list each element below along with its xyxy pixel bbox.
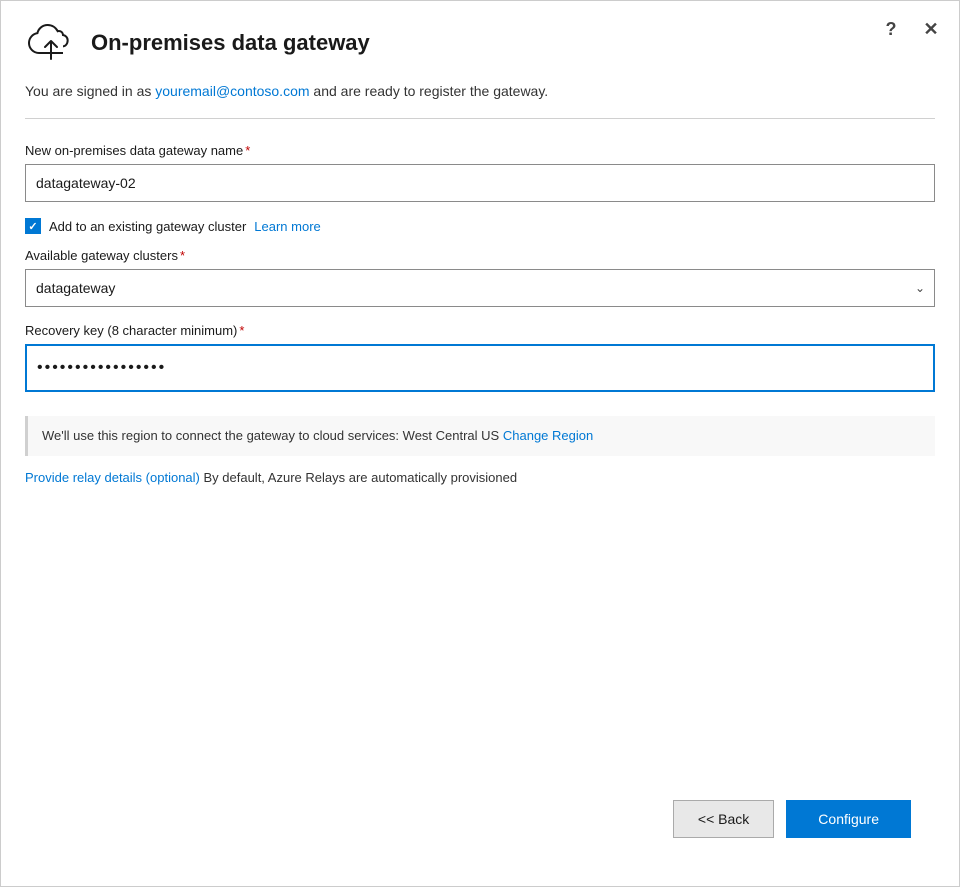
back-button[interactable]: << Back [673, 800, 774, 838]
gateway-name-label: New on-premises data gateway name * [25, 143, 935, 158]
help-button[interactable]: ? [879, 17, 903, 41]
recovery-key-input[interactable] [25, 344, 935, 392]
dialog-controls: ? ✕ [879, 17, 943, 41]
gateway-name-field-group: New on-premises data gateway name * [25, 143, 935, 202]
signed-in-text-after: and are ready to register the gateway. [310, 83, 549, 99]
relay-details-link[interactable]: Provide relay details (optional) [25, 470, 200, 485]
dialog-title: On-premises data gateway [91, 30, 370, 56]
checkbox-row: Add to an existing gateway cluster Learn… [25, 218, 935, 234]
signed-in-email: youremail@contoso.com [155, 83, 309, 99]
divider [25, 118, 935, 119]
dialog-header: On-premises data gateway ? ✕ [1, 1, 959, 81]
region-info-text: We'll use this region to connect the gat… [42, 426, 921, 446]
add-to-cluster-checkbox[interactable] [25, 218, 41, 234]
clusters-select[interactable]: datagateway [25, 269, 935, 307]
recovery-key-label: Recovery key (8 character minimum) * [25, 323, 935, 338]
cloud-upload-icon [25, 21, 77, 65]
signed-in-text: You are signed in as youremail@contoso.c… [25, 81, 935, 102]
clusters-required: * [180, 248, 185, 263]
info-box: We'll use this region to connect the gat… [25, 416, 935, 456]
dialog-footer: << Back Configure [25, 784, 935, 862]
relay-text: Provide relay details (optional) By defa… [25, 468, 935, 488]
gateway-name-required: * [245, 143, 250, 158]
clusters-select-wrapper: datagateway ⌄ [25, 269, 935, 307]
dialog-title-area: On-premises data gateway [25, 21, 935, 65]
learn-more-link[interactable]: Learn more [254, 219, 320, 234]
spacer [25, 487, 935, 784]
form-section: New on-premises data gateway name * Add … [25, 143, 935, 487]
clusters-field-group: Available gateway clusters * datagateway… [25, 248, 935, 307]
signed-in-text-before: You are signed in as [25, 83, 155, 99]
gateway-name-input[interactable] [25, 164, 935, 202]
recovery-key-required: * [239, 323, 244, 338]
configure-button[interactable]: Configure [786, 800, 911, 838]
recovery-key-field-group: Recovery key (8 character minimum) * [25, 323, 935, 392]
dialog: On-premises data gateway ? ✕ You are sig… [0, 0, 960, 887]
dialog-body: You are signed in as youremail@contoso.c… [1, 81, 959, 886]
change-region-link[interactable]: Change Region [503, 428, 593, 443]
checkbox-label: Add to an existing gateway cluster [49, 219, 246, 234]
close-button[interactable]: ✕ [919, 17, 943, 41]
clusters-label: Available gateway clusters * [25, 248, 935, 263]
